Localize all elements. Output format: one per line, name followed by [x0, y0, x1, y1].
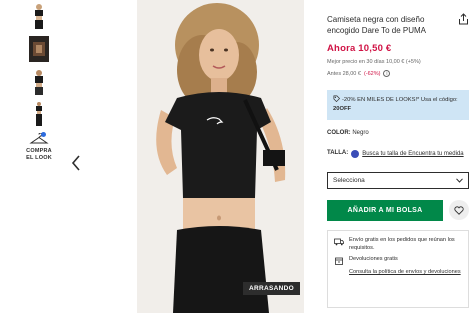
color-value: Negro [352, 130, 369, 136]
previous-price-row: Antes 28,00 € (-62%) i [327, 70, 469, 77]
return-box-icon [335, 257, 343, 265]
color-label: COLOR: [327, 130, 351, 136]
color-row: COLOR: Negro [327, 130, 369, 136]
thumbnail-1[interactable] [29, 3, 49, 29]
thumbnail-list [25, 0, 53, 135]
size-row: TALLA: Busca tu talla de Encuentra tu me… [327, 150, 469, 158]
current-price: Ahora 10,50 € [327, 43, 392, 54]
fit-assistant-icon [351, 150, 360, 158]
thumbnail-2[interactable] [29, 36, 49, 62]
shop-the-look-label: COMPRA EL LOOK [26, 148, 52, 161]
truck-icon [334, 238, 344, 246]
previous-price: Antes 28,00 € [327, 70, 361, 77]
chevron-left-icon[interactable] [70, 154, 82, 172]
size-label: TALLA: [327, 150, 349, 156]
chevron-down-icon [456, 178, 463, 183]
size-select[interactable]: Selecciona [327, 172, 469, 189]
free-shipping-text: Envío gratis en los pedidos que reúnan l… [349, 237, 455, 251]
size-select-value: Selecciona [333, 177, 365, 184]
save-for-later-button[interactable] [449, 200, 469, 220]
add-to-bag-button[interactable]: AÑADIR A MI BOLSA [327, 200, 443, 221]
product-title: Camiseta negra con diseño encogido Dare … [327, 15, 427, 35]
info-icon[interactable]: i [383, 70, 391, 77]
shop-the-look-button[interactable]: COMPRA EL LOOK [24, 132, 54, 161]
promo-banner: -20% EN MILES DE LOOKS!* Usa el código: … [327, 90, 469, 120]
product-image[interactable]: ARRASANDO [137, 0, 304, 313]
fit-assistant-link[interactable]: Busca tu talla de Encuentra tu medida [362, 150, 463, 158]
discount-percentage: (-62%) [363, 70, 381, 77]
notification-dot [41, 132, 46, 137]
free-shipping-row: Envío gratis en los pedidos que reúnan l… [334, 237, 462, 252]
trending-badge: ARRASANDO [243, 282, 300, 295]
heart-icon [454, 205, 464, 215]
delivery-info: Envío gratis en los pedidos que reúnan l… [327, 230, 469, 308]
best-price: Mejor precio en 30 días 10,00 € (+5%) [327, 59, 421, 65]
thumbnail-3[interactable] [29, 69, 49, 95]
thumbnail-4[interactable] [29, 102, 49, 128]
returns-text: Devoluciones gratis [349, 256, 398, 262]
returns-row: Devoluciones gratis [334, 256, 462, 265]
product-info: Camiseta negra con diseño encogido Dare … [327, 14, 469, 77]
promo-code: 20OFF [333, 105, 352, 112]
policy-row: Consulta la política de envíos y devoluc… [334, 269, 462, 277]
tag-icon [333, 95, 340, 102]
hanger-icon [29, 132, 49, 145]
promo-text: -20% EN MILES DE LOOKS!* Usa el código: [342, 97, 458, 103]
shipping-policy-link[interactable]: Consulta la política de envíos y devoluc… [349, 269, 462, 277]
